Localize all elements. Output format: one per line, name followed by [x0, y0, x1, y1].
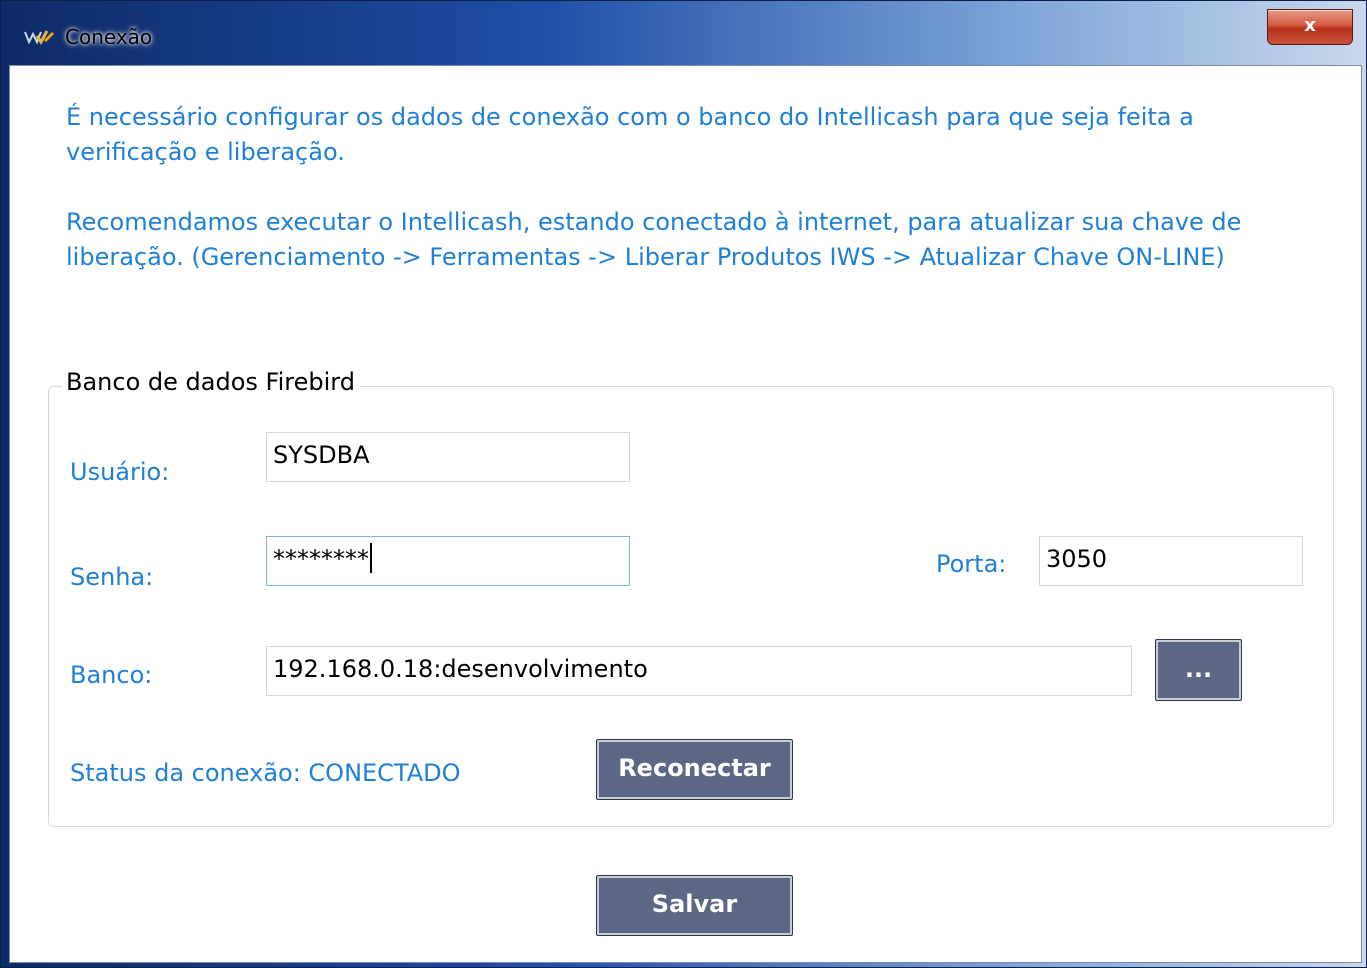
porta-label: Porta:: [936, 550, 1007, 578]
window-title: Conexão: [65, 25, 153, 49]
dialog-body: É necessário configurar os dados de cone…: [9, 65, 1362, 963]
group-box-title: Banco de dados Firebird: [62, 368, 360, 396]
senha-label: Senha:: [70, 563, 154, 591]
senha-value: ********: [273, 545, 369, 573]
usuario-label: Usuário:: [70, 458, 170, 486]
intro-text-config: É necessário configurar os dados de cone…: [66, 103, 1194, 166]
text-caret: [370, 543, 372, 573]
banco-input[interactable]: 192.168.0.18:desenvolvimento: [266, 646, 1132, 696]
porta-input[interactable]: 3050: [1039, 536, 1303, 586]
reconnect-button[interactable]: Reconectar: [596, 739, 793, 800]
connection-dialog: Conexão x É necessário configurar os dad…: [0, 0, 1367, 968]
usuario-input[interactable]: SYSDBA: [266, 432, 630, 482]
senha-input[interactable]: ********: [266, 536, 630, 586]
close-button[interactable]: x: [1267, 9, 1353, 45]
intro-text-recommendation: Recomendamos executar o Intellicash, est…: [66, 208, 1242, 271]
banco-label: Banco:: [70, 661, 153, 689]
connection-status: Status da conexão: CONECTADO: [70, 759, 461, 787]
browse-database-button[interactable]: ...: [1155, 639, 1242, 701]
app-logo-icon: [24, 30, 55, 45]
title-bar[interactable]: Conexão x: [1, 1, 1366, 67]
save-button[interactable]: Salvar: [596, 875, 793, 936]
